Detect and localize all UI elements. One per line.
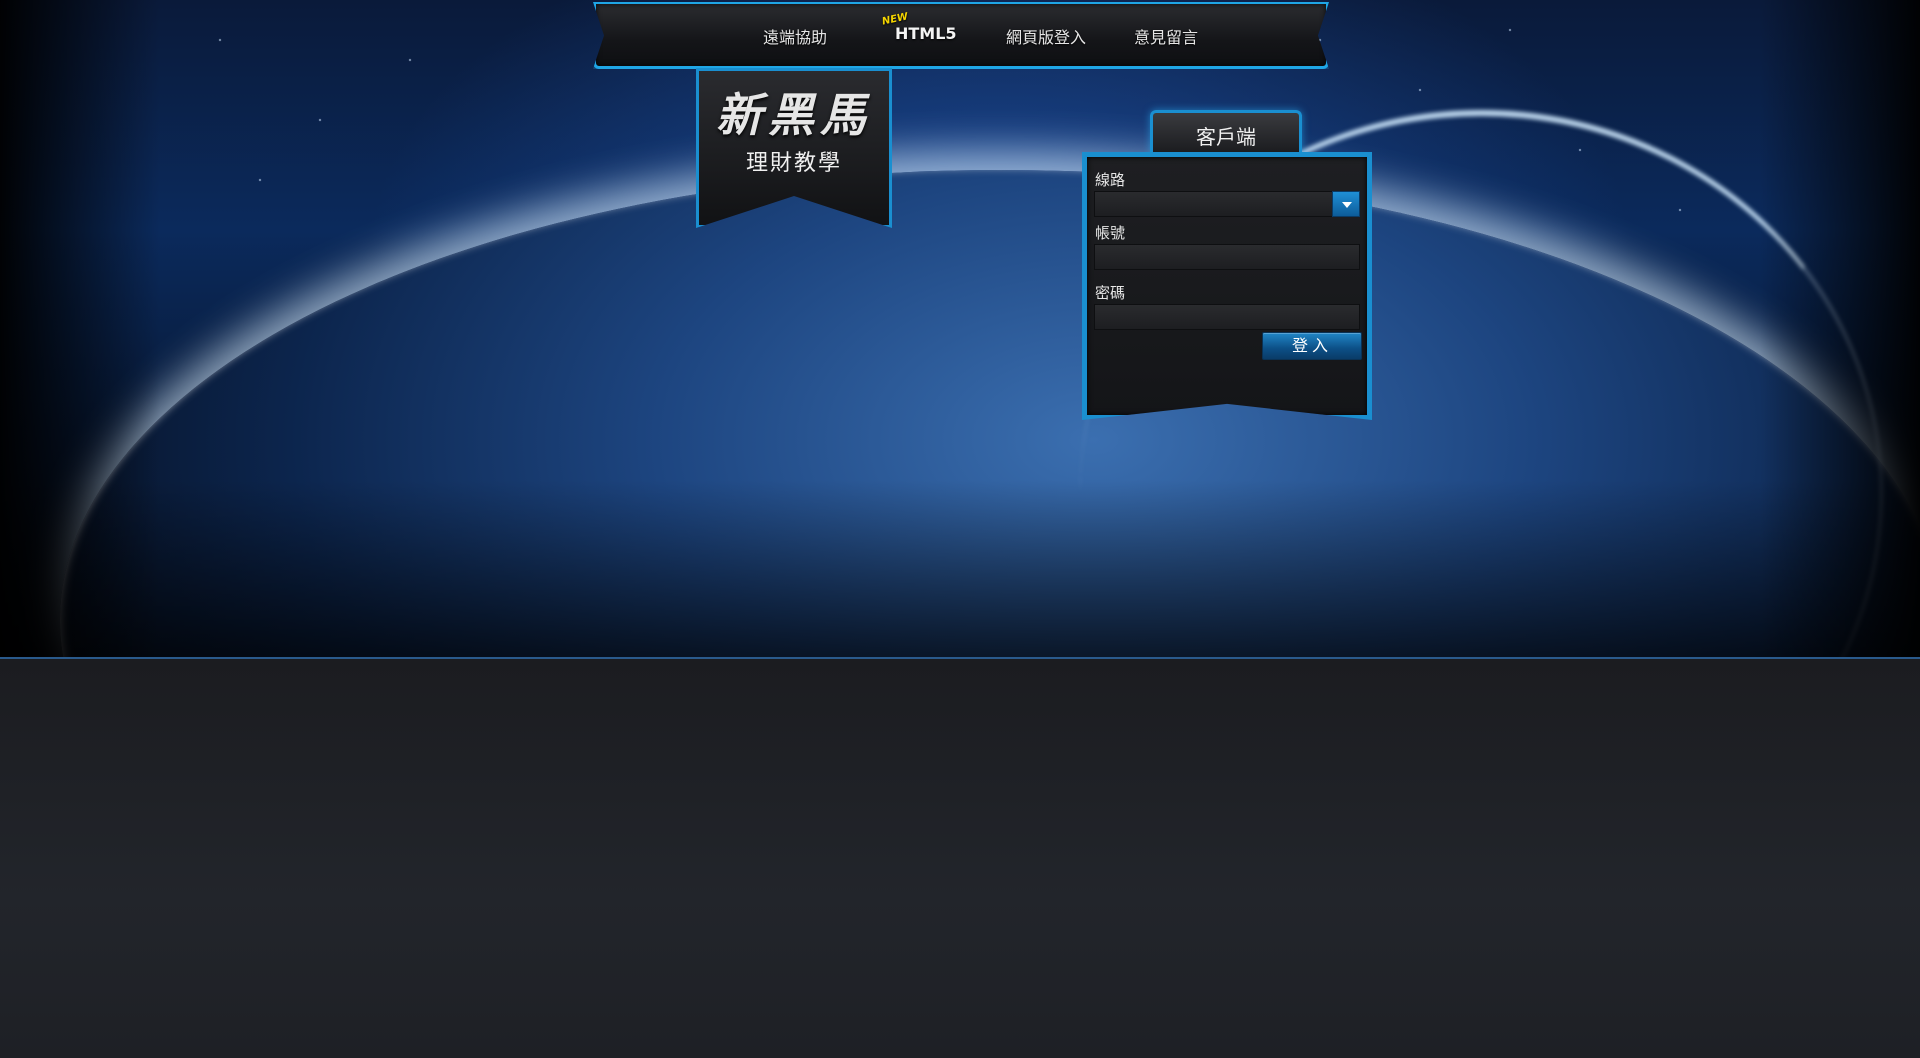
nav-item-feedback[interactable]: 意見留言 [1134, 24, 1198, 48]
logo-title: 新黑馬 [716, 88, 872, 142]
login-button[interactable]: 登入 [1262, 332, 1362, 360]
line-select[interactable] [1094, 191, 1360, 217]
nav-item-html5-label: HTML5 [895, 24, 957, 43]
page-footer-area [0, 657, 1920, 1058]
hero-background [0, 0, 1920, 657]
nav-item-remote-assist[interactable]: 遠端協助 [763, 24, 827, 48]
top-nav: 遠端協助 NEW HTML5 網頁版登入 意見留言 [583, 2, 1339, 72]
client-tab-label: 客戶端 [1196, 125, 1256, 149]
line-label: 線路 [1095, 171, 1126, 189]
nav-item-web-login[interactable]: 網頁版登入 [1006, 24, 1086, 48]
logo-subtitle: 理財教學 [745, 151, 842, 176]
nav-item-html5[interactable]: NEW HTML5 [881, 11, 957, 43]
client-tab[interactable]: 客戶端 [1150, 110, 1302, 154]
account-input[interactable] [1094, 244, 1360, 270]
password-input[interactable] [1094, 304, 1360, 330]
password-label: 密碼 [1095, 284, 1126, 302]
login-panel: 線路 帳號 密碼 登入 [1082, 152, 1372, 420]
chevron-down-icon[interactable] [1332, 191, 1360, 217]
account-label: 帳號 [1095, 224, 1126, 242]
